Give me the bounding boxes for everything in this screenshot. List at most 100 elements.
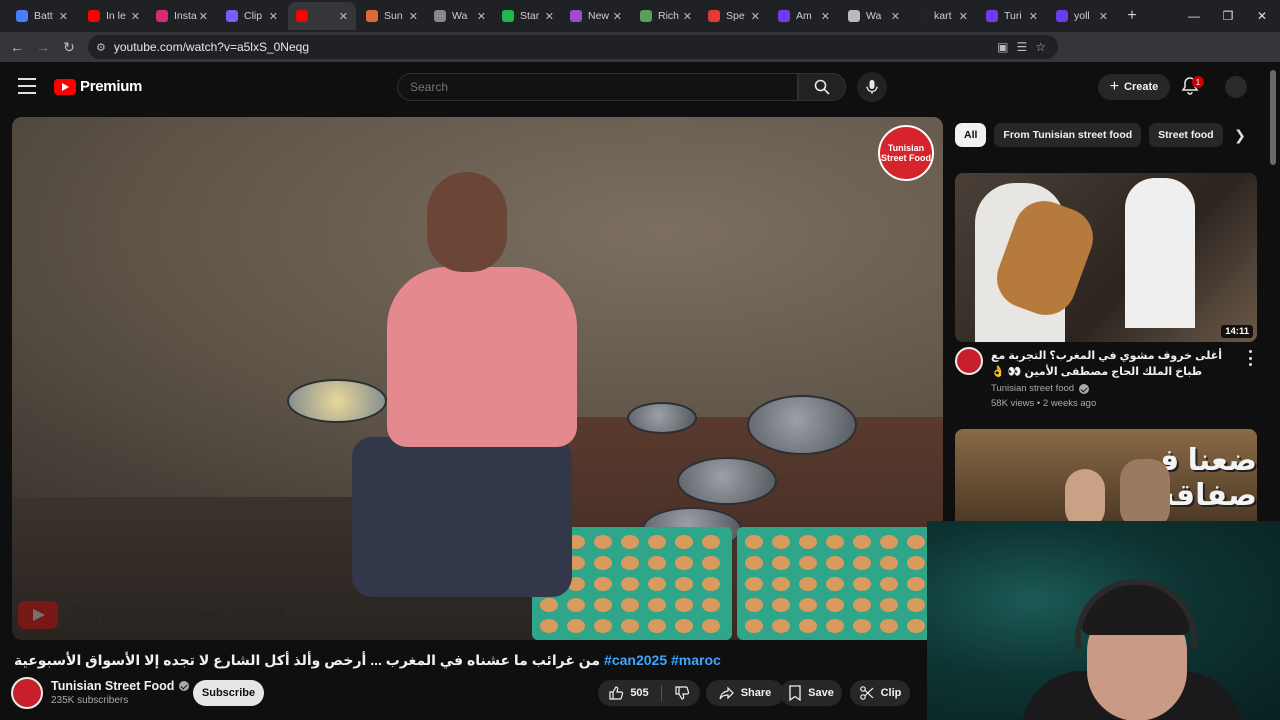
chip-street-food[interactable]: Street food (1149, 123, 1223, 147)
chip-all[interactable]: All (955, 123, 987, 147)
bookmark-star-icon[interactable]: ☆ (1035, 40, 1046, 54)
video-frame-egg (799, 598, 817, 612)
close-tab-icon[interactable]: ✕ (269, 10, 278, 23)
close-tab-icon[interactable]: ✕ (1099, 10, 1108, 23)
reload-icon[interactable]: ↻ (56, 34, 82, 60)
browser-tab[interactable]: Sun ✕ (358, 2, 426, 30)
browser-tab[interactable]: kart ✕ (908, 2, 976, 30)
browser-tab[interactable]: yoll ✕ (1048, 2, 1116, 30)
back-icon[interactable]: ← (4, 34, 30, 60)
clip-label: Clip (880, 687, 902, 699)
hamburger-menu-icon[interactable] (18, 78, 36, 94)
close-tab-icon[interactable]: ✕ (751, 10, 760, 23)
minimize-icon[interactable]: — (1177, 0, 1211, 32)
video-frame-egg (648, 577, 666, 591)
subscribe-button[interactable]: Subscribe (193, 680, 264, 706)
new-tab-icon[interactable]: + (1120, 4, 1144, 28)
close-tab-icon[interactable]: ✕ (891, 10, 900, 23)
video-frame-pan (747, 395, 857, 455)
cast-icon[interactable]: ▣ (997, 40, 1008, 54)
search-button[interactable] (798, 73, 846, 101)
recommendation-channel-name[interactable]: Tunisian street food (991, 383, 1074, 394)
recommendation-thumbnail[interactable]: 14:11 (955, 173, 1257, 342)
video-frame-egg (675, 556, 693, 570)
recommendation-title[interactable]: أغلى خروف مشوي في المغرب؟ التجربة مع طبا… (991, 348, 1231, 380)
close-tab-icon[interactable]: ✕ (131, 10, 140, 23)
search-input[interactable] (410, 80, 797, 94)
subscriber-count: 235K subscribers (51, 695, 129, 706)
browser-tab[interactable]: Clip ✕ (218, 2, 286, 30)
recommendation-thumbnail[interactable]: ضعنا في صفاقس! (955, 429, 1257, 521)
recommendation-meta: 58K views • 2 weeks ago (991, 398, 1097, 409)
close-tab-icon[interactable]: ✕ (959, 10, 968, 23)
search-box[interactable] (397, 73, 798, 101)
forward-icon[interactable]: → (30, 34, 56, 60)
video-frame-pan (627, 402, 697, 434)
like-divider (660, 685, 662, 701)
chip-from-channel[interactable]: From Tunisian street food (994, 123, 1142, 147)
channel-avatar[interactable] (11, 677, 43, 709)
close-tab-icon[interactable]: ✕ (1029, 10, 1038, 23)
close-window-icon[interactable]: ✕ (1245, 0, 1279, 32)
browser-tab[interactable]: Am ✕ (770, 2, 838, 30)
video-frame-egg (880, 598, 898, 612)
browser-tab[interactable]: Wa ✕ (840, 2, 908, 30)
tab-favicon-icon (502, 10, 514, 22)
browser-tab[interactable]: Wa ✕ (426, 2, 494, 30)
browser-tab[interactable]: Rich ✕ (632, 2, 700, 30)
video-frame-egg (702, 598, 720, 612)
browser-tab[interactable]: ✕ (288, 2, 356, 30)
address-bar[interactable]: ⚙ youtube.com/watch?v=a5lxS_0Neqg ▣ ☰ ☆ (88, 35, 1058, 59)
close-tab-icon[interactable]: ✕ (683, 10, 692, 23)
close-tab-icon[interactable]: ✕ (477, 10, 486, 23)
account-avatar[interactable] (1225, 76, 1247, 98)
browser-tab[interactable]: In le ✕ (80, 2, 148, 30)
recommendation-channel[interactable]: Tunisian street food (991, 383, 1090, 394)
like-button[interactable]: 505 (608, 685, 649, 701)
browser-tab[interactable]: Insta ✕ (148, 2, 216, 30)
chevron-right-icon[interactable]: ❯ (1228, 123, 1252, 147)
browser-tab[interactable]: Star ✕ (494, 2, 562, 30)
translate-icon[interactable]: ☰ (1016, 40, 1027, 54)
video-player[interactable]: Tunisian Street Food Tunisian Street Foo… (12, 117, 943, 640)
close-tab-icon[interactable]: ✕ (545, 10, 554, 23)
tab-title: Am (796, 10, 812, 22)
close-tab-icon[interactable]: ✕ (59, 10, 68, 23)
browser-tab[interactable]: Batt ✕ (8, 2, 76, 30)
video-frame-egg (675, 535, 693, 549)
clip-button[interactable]: Clip (850, 680, 910, 706)
video-hashtags[interactable]: #can2025 #maroc (604, 652, 721, 668)
more-options-icon[interactable] (1246, 350, 1254, 366)
close-tab-icon[interactable]: ✕ (199, 10, 208, 23)
voice-search-button[interactable] (857, 72, 887, 102)
tab-favicon-icon (156, 10, 168, 22)
video-frame-egg (594, 556, 612, 570)
site-info-icon[interactable]: ⚙ (96, 41, 106, 54)
close-tab-icon[interactable]: ✕ (339, 10, 348, 23)
video-frame-egg (702, 535, 720, 549)
channel-name[interactable]: Tunisian Street Food (51, 679, 190, 693)
browser-tab[interactable]: Spe ✕ (700, 2, 768, 30)
dislike-button[interactable] (674, 685, 690, 701)
browser-tab[interactable]: Turi ✕ (978, 2, 1046, 30)
video-frame-egg (907, 535, 925, 549)
page-scrollbar[interactable] (1270, 70, 1276, 165)
youtube-premium-logo[interactable]: Premium (54, 78, 142, 95)
create-button[interactable]: + Create (1098, 74, 1170, 100)
video-frame-egg (826, 556, 844, 570)
browser-tab[interactable]: New ✕ (562, 2, 630, 30)
video-frame-egg (621, 577, 639, 591)
share-button[interactable]: Share (706, 680, 784, 706)
restore-icon[interactable]: ❐ (1211, 0, 1245, 32)
close-tab-icon[interactable]: ✕ (409, 10, 418, 23)
video-frame-egg (907, 577, 925, 591)
save-button[interactable]: Save (780, 680, 842, 706)
channel-name-text[interactable]: Tunisian Street Food (51, 679, 174, 693)
microphone-icon (866, 80, 878, 94)
recommendation-channel-avatar[interactable] (955, 347, 983, 375)
close-tab-icon[interactable]: ✕ (821, 10, 830, 23)
close-tab-icon[interactable]: ✕ (613, 10, 622, 23)
youtube-watermark-icon (18, 601, 58, 629)
webcam-overlay (927, 521, 1280, 720)
bookmark-icon (789, 685, 801, 701)
